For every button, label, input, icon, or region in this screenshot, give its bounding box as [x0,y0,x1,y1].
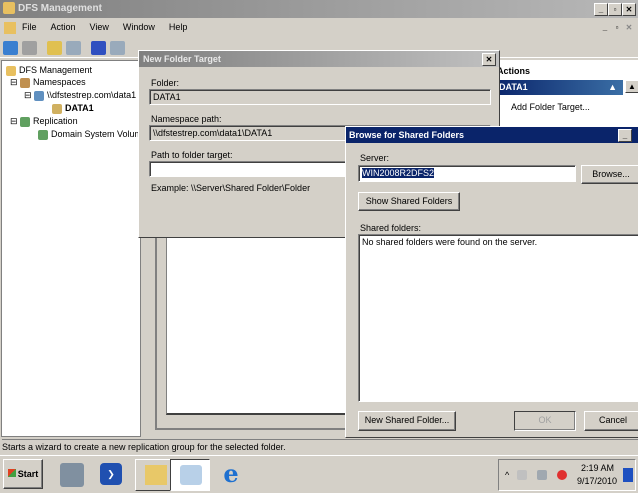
actions-section-data1[interactable]: DATA1 ▲ [493,80,623,95]
window-title: DFS Management [18,3,102,14]
tree-item-dfs-management[interactable]: DFS Management [6,65,92,76]
shared-folders-list[interactable]: No shared folders were found on the serv… [358,234,638,402]
browse-minimize-button[interactable]: _ [618,129,632,142]
window-title-bar: DFS Management [0,0,638,18]
show-desktop-button[interactable] [623,468,633,482]
internet-explorer-icon[interactable]: e [218,461,244,487]
forward-icon[interactable] [22,41,37,55]
tree-item-data1[interactable]: DATA1 [52,103,94,114]
menu-action[interactable]: Action [51,22,76,32]
dialog-title: New Folder Target [139,51,499,67]
menu-help[interactable]: Help [169,22,188,32]
folder-label: Folder: [151,78,180,88]
up-folder-icon[interactable] [47,41,62,55]
app-icon [3,2,15,14]
shared-folders-label: Shared folders: [360,223,422,233]
network-icon[interactable] [537,470,547,480]
clock-date[interactable]: 9/17/2010 [577,476,617,486]
close-button[interactable]: ✕ [622,3,636,16]
mmc-icon [4,22,16,34]
system-tray: ^ 2:19 AM 9/17/2010 [498,459,636,491]
new-shared-folder-button[interactable]: New Shared Folder... [358,411,456,431]
action-add-folder-target[interactable]: Add Folder Target... [511,102,590,112]
replication-icon [20,116,31,127]
powershell-icon[interactable]: ❯ [100,463,122,485]
clock-time[interactable]: 2:19 AM [581,463,614,473]
menu-bar: File Action View Window Help [0,18,638,38]
cancel-button[interactable]: Cancel [584,411,638,431]
browse-button[interactable]: Browse... [581,165,638,184]
dialog-close-button[interactable]: ✕ [482,53,496,66]
empty-message: No shared folders were found on the serv… [362,237,538,247]
namespaces-icon [20,77,31,88]
browse-shared-folders-dialog: Browse for Shared Folders _ Server: WIN2… [345,126,638,438]
tree-item-namespaces[interactable]: ⊟ Namespaces [10,77,86,88]
status-bar: Starts a wizard to create a new replicat… [2,439,638,453]
action-pane-icon[interactable] [110,41,125,55]
dfs-management-taskbar-button[interactable] [170,459,210,491]
maximize-button[interactable]: ▫ [608,3,622,16]
start-button[interactable]: Start [3,459,43,489]
tree-item-namespace[interactable]: ⊟ \\dfstestrep.com\data1 [24,90,136,101]
browse-dialog-title: Browse for Shared Folders [346,127,638,143]
minimize-button[interactable]: _ [594,3,608,16]
tree-item-replication[interactable]: ⊟ Replication [10,116,78,127]
mdi-close-button[interactable]: ✕ [622,22,636,35]
tray-chevron-icon[interactable]: ^ [505,470,509,480]
show-hide-tree-icon[interactable] [66,41,81,55]
back-icon[interactable] [3,41,18,55]
explorer-button[interactable] [135,459,175,491]
folder-field: DATA1 [149,89,491,105]
ok-button[interactable]: OK [514,411,576,431]
console-tree: DFS Management ⊟ Namespaces ⊟ \\dfstestr… [1,60,147,437]
server-input[interactable]: WIN2008R2DFS2 [358,165,576,182]
tree-item-domain-system-volume[interactable]: Domain System Volume [38,129,147,140]
help-icon[interactable] [91,41,106,55]
server-manager-icon[interactable] [60,463,84,487]
volume-muted-icon[interactable] [557,470,567,480]
menu-view[interactable]: View [90,22,109,32]
show-shared-folders-button[interactable]: Show Shared Folders [358,192,460,211]
menu-window[interactable]: Window [123,22,155,32]
path-label: Path to folder target: [151,150,233,160]
path-example: Example: \\Server\Shared Folder\Folder [151,183,311,193]
dfs-icon [6,65,16,76]
server-label: Server: [360,153,390,163]
replication-group-icon [38,129,48,140]
wizard-list [166,237,346,415]
namespace-path-label: Namespace path: [151,114,222,124]
actions-scroll-up[interactable]: ▲ [625,80,638,93]
menu-file[interactable]: File [22,22,37,32]
namespace-icon [34,90,45,101]
action-center-flag-icon[interactable] [517,470,527,480]
folder-icon [52,103,62,114]
actions-header: Actions [497,66,531,76]
